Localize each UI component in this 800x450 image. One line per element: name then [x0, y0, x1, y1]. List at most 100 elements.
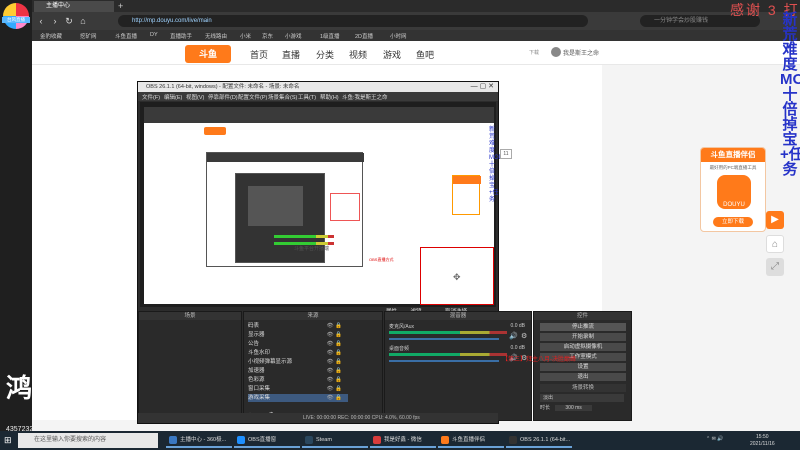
menu-tools[interactable]: 工具(T)	[298, 93, 316, 101]
bookmark[interactable]: 1级直播	[320, 32, 340, 40]
play-icon[interactable]: ▶	[766, 211, 784, 229]
nav-home[interactable]: 首页	[250, 48, 268, 61]
settings-button[interactable]: 设置	[540, 363, 626, 371]
nav-category[interactable]: 分类	[316, 48, 334, 61]
menu-profile[interactable]: 配置文件(P)	[238, 93, 267, 101]
bookmark[interactable]: 小米	[240, 32, 251, 40]
obs-preview[interactable]: 斗鱼平台开播端 OBS直播方式 新荒难度MOD十倍掉宝+任务	[140, 102, 503, 307]
preview-nested-screen: 斗鱼平台开播端 OBS直播方式 新荒难度MOD十倍掉宝+任务	[144, 107, 503, 305]
download-link[interactable]: 下载	[529, 49, 539, 56]
douyu-companion-promo: 斗鱼直播伴侣 最好用的PC端直播工具 DOUYU 立即下载	[700, 147, 766, 232]
bookmark[interactable]: 京东	[262, 32, 273, 40]
taskbar-app[interactable]: OBS直播窗	[234, 433, 300, 448]
taskbar-app[interactable]: 我是好鑫 - 微信	[370, 433, 436, 448]
douyu-logo[interactable]: 斗鱼	[185, 45, 231, 63]
share-icon[interactable]: ⤢	[766, 258, 784, 276]
promo-download-button[interactable]: 立即下载	[713, 217, 753, 227]
bookmark[interactable]: 挖矿网	[80, 32, 97, 40]
bookmark[interactable]: 2D直播	[355, 32, 373, 40]
new-tab-icon[interactable]: +	[118, 1, 126, 12]
forward-icon[interactable]: ›	[50, 16, 60, 26]
menu-douyu[interactable]: 斗鱼:我是斯王之命	[342, 93, 388, 101]
nav-video[interactable]: 视频	[349, 48, 367, 61]
source-item[interactable]: 游戏采集 👁 🔒	[248, 394, 348, 402]
audio-meter	[389, 331, 507, 334]
url-input[interactable]: http://mp.douyu.com/live/main	[118, 15, 588, 27]
transition-select[interactable]: 淡出	[540, 394, 624, 402]
menu-edit[interactable]: 编辑(E)	[164, 93, 182, 101]
source-item[interactable]: 斗鱼水印 👁 🔒	[248, 349, 348, 357]
browser-tab[interactable]: 主播中心	[34, 1, 114, 12]
refresh-icon[interactable]: ↻	[64, 16, 74, 26]
source-item[interactable]: 加速器 👁 🔒	[248, 367, 348, 375]
scenes-dock: 场景 场景 来源	[138, 311, 242, 421]
menu-docks[interactable]: 停靠部件(D)	[208, 93, 238, 101]
exit-button[interactable]: 退出	[540, 373, 626, 381]
source-selection-box[interactable]	[420, 247, 494, 305]
bookmark[interactable]: DY	[150, 32, 158, 38]
system-tray: ⌃ ✉ 🔊 15:50 2021/11/16	[700, 433, 800, 448]
window-controls[interactable]: — ▢ ✕	[464, 82, 494, 92]
start-recording-button[interactable]: 开始录制	[540, 333, 626, 341]
bookmark[interactable]: 小时网	[390, 32, 407, 40]
volume-slider[interactable]	[389, 338, 499, 340]
taskbar-search-input[interactable]: 在这里输入你要搜索的内容	[18, 433, 158, 448]
taskbar-app[interactable]: Steam	[302, 433, 368, 448]
mixer-channel-db: 0.0 dB	[510, 323, 525, 329]
app-icon	[441, 436, 449, 444]
home-icon[interactable]: ⌂	[766, 235, 784, 253]
back-icon[interactable]: ‹	[36, 16, 46, 26]
bookmark[interactable]: 直播助手	[170, 32, 192, 40]
source-item[interactable]: 窗口采集 👁 🔒	[248, 385, 348, 393]
clock-date[interactable]: 2021/11/16	[750, 441, 775, 447]
speaker-icon[interactable]: 🔊	[509, 332, 518, 340]
home-icon[interactable]: ⌂	[78, 16, 88, 26]
promo-subtitle: 最好用的PC端直播工具	[709, 165, 757, 170]
clock-time[interactable]: 15:50	[756, 434, 769, 440]
tray-icons[interactable]: ⌃ ✉ 🔊	[706, 436, 723, 442]
bookmark[interactable]: 无线路由	[205, 32, 227, 40]
bookmarks-bar: 金豹收藏 挖矿网 斗鱼直播 DY 直播助手 无线路由 小米 京东 小游戏 1级直…	[0, 30, 800, 41]
duration-label: 时长	[540, 405, 551, 411]
nested-vertical-text: 新荒难度MOD十倍掉宝+任务	[489, 127, 503, 203]
menu-file[interactable]: 文件(F)	[142, 93, 160, 101]
bookmark[interactable]: 金豹收藏	[40, 32, 62, 40]
nav-fishbar[interactable]: 鱼吧	[416, 48, 434, 61]
menu-scene-collection[interactable]: 场景集合(S)	[268, 93, 297, 101]
nav-live[interactable]: 直播	[282, 48, 300, 61]
source-item[interactable]: 小视频弹幕显示源 👁 🔒	[248, 358, 348, 366]
audio-meter	[389, 353, 507, 356]
windows-start-icon[interactable]: ⊞	[4, 435, 14, 445]
stop-streaming-button[interactable]: 停止推流	[540, 323, 626, 331]
menu-help[interactable]: 帮助(H)	[320, 93, 339, 101]
gear-icon[interactable]: ⚙	[521, 332, 527, 340]
source-item[interactable]: 公告 👁 🔒	[248, 340, 348, 348]
browser-logo	[3, 3, 29, 29]
nested-window-bar	[207, 153, 364, 162]
nested-red-label: OBS直播方式	[369, 257, 394, 262]
menu-view[interactable]: 视图(V)	[186, 93, 204, 101]
virtual-camera-button[interactable]: 启动虚拟摄像机	[540, 343, 626, 351]
app-icon	[373, 436, 381, 444]
nested-label: 斗鱼平台开播端	[294, 246, 330, 252]
duration-input[interactable]: 300 ms	[555, 405, 592, 411]
bookmark[interactable]: 小游戏	[285, 32, 302, 40]
user-name[interactable]: 我是斯王之命	[563, 48, 599, 57]
source-item[interactable]: 显示器 👁 🔒	[248, 331, 348, 339]
promo-mascot-icon: DOUYU	[717, 175, 751, 209]
nested-promo	[452, 175, 481, 215]
transition-duration: 时长 300 ms	[540, 404, 626, 412]
taskbar-app[interactable]: 主播中心 - 360极...	[166, 433, 232, 448]
mixer-channel-db: 0.0 dB	[510, 345, 525, 351]
source-item[interactable]: 码表 👁 🔒	[248, 322, 348, 330]
avatar[interactable]	[551, 47, 561, 57]
mixer-dock-title: 混音器	[385, 312, 531, 320]
source-item[interactable]: 色彩源 👁 🔒	[248, 376, 348, 384]
bookmark[interactable]: 斗鱼直播	[115, 32, 137, 40]
volume-slider[interactable]	[389, 360, 499, 362]
browser-address-bar: ‹ › ↻ ⌂ http://mp.douyu.com/live/main 一分…	[0, 12, 800, 30]
nav-game[interactable]: 游戏	[383, 48, 401, 61]
taskbar-app[interactable]: 斗鱼直播伴侣	[438, 433, 504, 448]
obs-status-bar: LIVE: 00:00:00 REC: 00:00:00 CPU: 4.0%, …	[138, 413, 498, 423]
taskbar-app[interactable]: OBS 26.1.1 (64-bit...	[506, 433, 572, 448]
